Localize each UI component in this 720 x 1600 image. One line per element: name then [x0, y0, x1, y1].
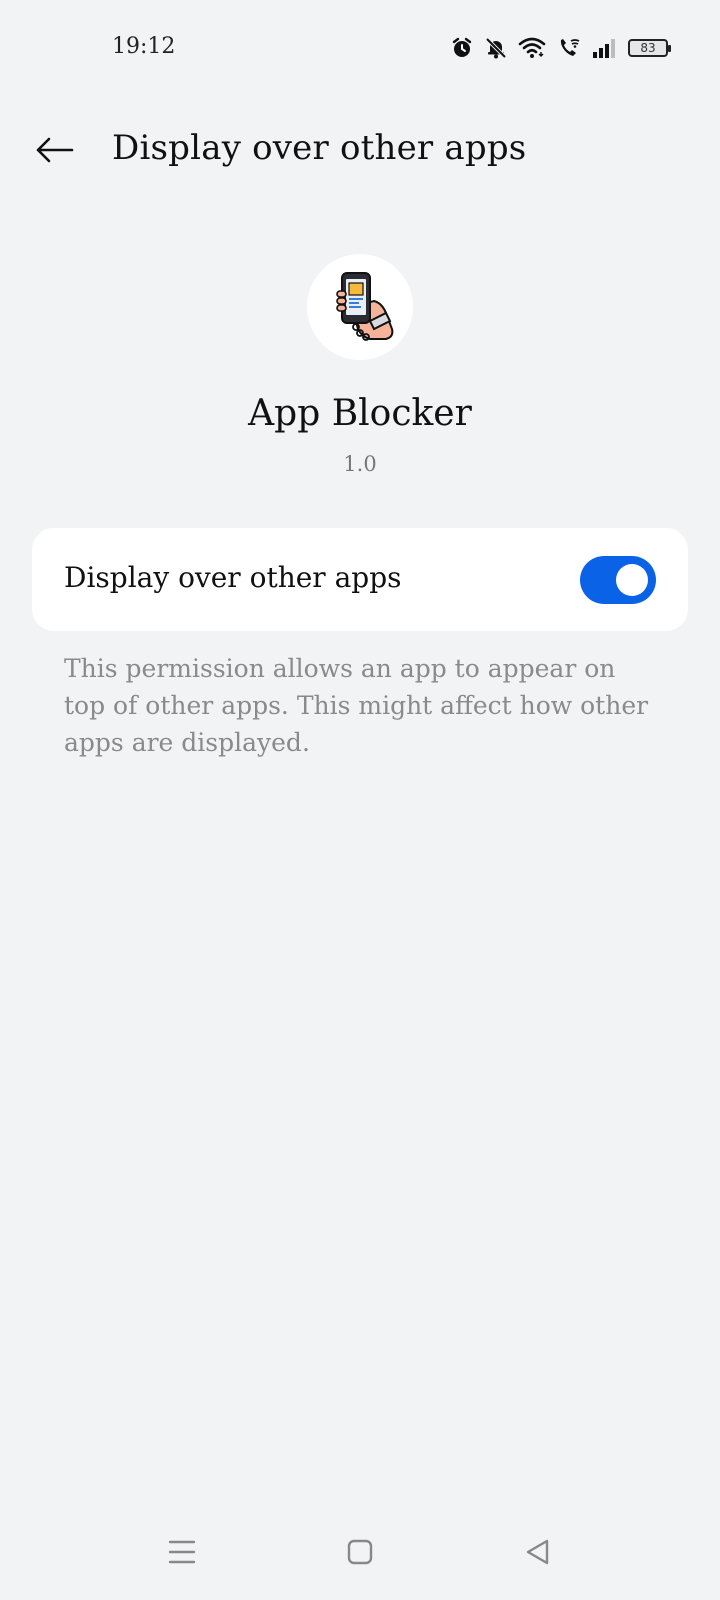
wifi-calling-icon — [556, 36, 582, 60]
permission-setting-row[interactable]: Display over other apps — [32, 528, 688, 631]
top-app-bar: Display over other apps — [0, 118, 720, 184]
permission-description: This permission allows an app to appear … — [64, 654, 649, 757]
app-name: App Blocker — [248, 393, 472, 434]
permission-toggle[interactable] — [580, 556, 656, 604]
home-icon — [346, 1538, 374, 1570]
back-button[interactable] — [32, 130, 76, 174]
status-icons: 83 — [450, 32, 671, 64]
page-title: Display over other apps — [112, 128, 527, 168]
recents-button[interactable] — [158, 1530, 206, 1578]
battery-level: 83 — [640, 41, 656, 55]
wifi-icon — [518, 36, 546, 60]
phone-in-hand-icon — [322, 267, 398, 347]
status-bar: 19:12 83 — [0, 0, 720, 96]
app-version: 1.0 — [343, 452, 377, 476]
app-icon — [307, 254, 413, 360]
status-time: 19:12 — [112, 34, 176, 59]
bell-off-icon — [484, 36, 508, 60]
home-button[interactable] — [336, 1530, 384, 1578]
back-icon — [523, 1537, 553, 1571]
toggle-knob — [616, 564, 648, 596]
navigation-bar — [0, 1510, 720, 1600]
arrow-left-icon — [34, 135, 74, 169]
signal-icon — [592, 37, 618, 59]
battery-icon: 83 — [628, 39, 671, 57]
permission-setting-label: Display over other apps — [64, 561, 402, 594]
alarm-icon — [450, 36, 474, 60]
nav-back-button[interactable] — [514, 1530, 562, 1578]
recents-icon — [167, 1537, 197, 1571]
